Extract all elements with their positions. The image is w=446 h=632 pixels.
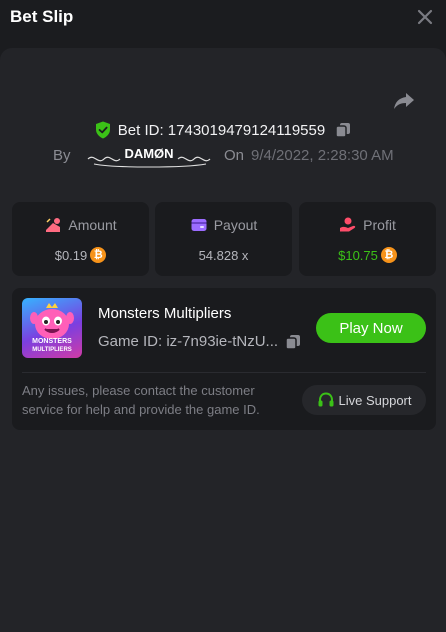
game-id: Game ID: iz-7n93ie-tNzU... [98, 333, 279, 350]
stat-profit-value: $10.75 [338, 247, 378, 263]
wallet-icon [191, 219, 207, 231]
game-card: MONSTERS MULTIPLIERS Monsters Multiplier… [12, 288, 436, 430]
stat-amount: Amount $0.19 ₿ [12, 202, 149, 276]
on-label: On [224, 147, 245, 164]
stat-amount-value: $0.19 [54, 247, 88, 263]
thumb-title-line1: MONSTERS [32, 338, 72, 345]
bet-meta-row: By DAMØN On 9/4/2022, 2:28:30 AM [0, 145, 446, 168]
hand-coin-icon [340, 217, 356, 232]
game-id-row: Game ID: iz-7n93ie-tNzU... [98, 333, 301, 350]
issues-text: Any issues, please contact the customer … [22, 383, 260, 417]
header: Bet Slip [0, 0, 446, 48]
money-bag-icon [46, 218, 61, 232]
stat-payout: Payout 54.828 x [155, 202, 292, 276]
stat-payout-label: Payout [213, 217, 258, 233]
copy-icon[interactable] [335, 122, 351, 138]
bitcoin-icon: ₿ [380, 247, 397, 263]
stat-payout-value: 54.828 x [198, 247, 249, 263]
live-support-button[interactable]: Live Support [302, 385, 426, 415]
shield-check-icon [95, 121, 110, 139]
thumb-title-line2: MULTIPLIERS [32, 347, 72, 353]
stat-profit-label: Profit [363, 217, 396, 233]
close-icon[interactable] [416, 8, 434, 26]
share-icon[interactable] [392, 88, 416, 112]
username[interactable]: DAMØN [84, 145, 214, 167]
stat-amount-label: Amount [68, 217, 117, 233]
game-thumbnail[interactable]: MONSTERS MULTIPLIERS [22, 298, 82, 358]
bet-id: Bet ID: 1743019479124119559 [117, 121, 326, 139]
bitcoin-icon: ₿ [90, 247, 107, 263]
bet-date: 9/4/2022, 2:28:30 AM [251, 147, 394, 164]
game-name[interactable]: Monsters Multipliers [98, 305, 231, 322]
headset-icon [318, 392, 333, 407]
stat-profit: Profit $10.75 ₿ [299, 202, 436, 276]
page-title: Bet Slip [10, 7, 74, 26]
divider [22, 372, 426, 373]
live-support-label: Live Support [338, 392, 412, 408]
copy-icon[interactable] [285, 334, 301, 350]
stats-row: Amount $0.19 ₿ Payout 54.828 x Profit $1… [12, 202, 436, 276]
by-label: By [53, 147, 71, 164]
play-now-button[interactable]: Play Now [316, 313, 426, 343]
bet-id-row: Bet ID: 1743019479124119559 [0, 119, 446, 141]
